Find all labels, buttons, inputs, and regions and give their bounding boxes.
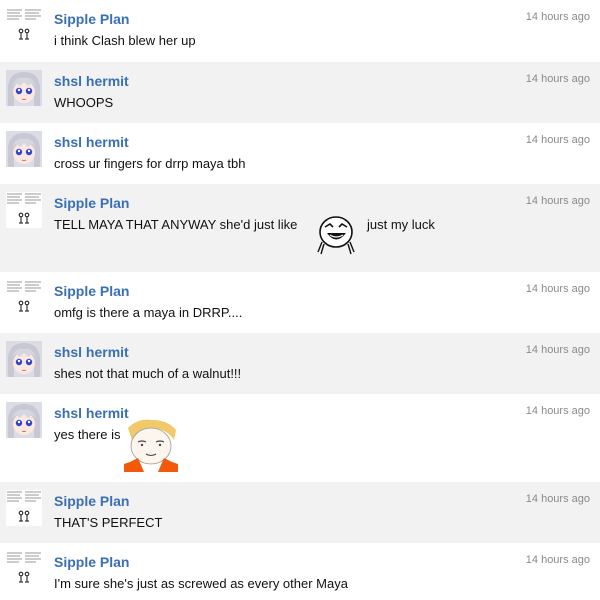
username[interactable]: shsl hermit xyxy=(54,344,129,360)
username[interactable]: Sipple Plan xyxy=(54,195,129,211)
message-text-after: just my luck xyxy=(367,217,435,232)
message-text: THAT'S PERFECT xyxy=(54,515,163,530)
username[interactable]: shsl hermit xyxy=(54,405,129,421)
message-text: shes not that much of a walnut!!! xyxy=(54,366,242,381)
message-text: yes there is xyxy=(54,427,121,442)
message-text: TELL MAYA THAT ANYWAY she'd just like xyxy=(54,217,298,232)
chat-message: Sipple Plan 14 hours ago omfg is there a… xyxy=(0,272,600,333)
chat-message: shsl hermit 14 hours ago cross ur finger… xyxy=(0,123,600,184)
username[interactable]: Sipple Plan xyxy=(54,554,129,570)
chat-message: shsl hermit 14 hours ago shes not that m… xyxy=(0,333,600,394)
timestamp: 14 hours ago xyxy=(525,195,590,207)
hermit-avatar[interactable] xyxy=(6,341,42,377)
username[interactable]: shsl hermit xyxy=(54,134,129,150)
chat-message: Sipple Plan 14 hours ago I'm sure she's … xyxy=(0,543,600,600)
timestamp: 14 hours ago xyxy=(525,73,590,85)
message-text: cross ur fingers for drrp maya tbh xyxy=(54,156,246,171)
message-text: i think Clash blew her up xyxy=(54,33,196,48)
laughing-face-emote xyxy=(314,212,360,263)
chat-message: Sipple Plan 14 hours ago TELL MAYA THAT … xyxy=(0,184,600,272)
hermit-avatar[interactable] xyxy=(6,402,42,438)
timestamp: 14 hours ago xyxy=(525,11,590,23)
hermit-avatar[interactable] xyxy=(6,131,42,167)
timestamp: 14 hours ago xyxy=(525,344,590,356)
username[interactable]: shsl hermit xyxy=(54,73,129,89)
timestamp: 14 hours ago xyxy=(525,134,590,146)
sipple-avatar[interactable] xyxy=(6,192,42,228)
username[interactable]: Sipple Plan xyxy=(54,283,129,299)
username[interactable]: Sipple Plan xyxy=(54,493,129,509)
sipple-avatar[interactable] xyxy=(6,8,42,44)
message-text: I'm sure she's just as screwed as every … xyxy=(54,576,348,591)
timestamp: 14 hours ago xyxy=(525,554,590,566)
sipple-avatar[interactable] xyxy=(6,280,42,316)
hermit-avatar[interactable] xyxy=(6,70,42,106)
timestamp: 14 hours ago xyxy=(525,493,590,505)
chat-message: Sipple Plan 14 hours ago THAT'S PERFECT xyxy=(0,482,600,543)
chat-message: shsl hermit 14 hours ago yes there is xyxy=(0,394,600,482)
sipple-avatar[interactable] xyxy=(6,551,42,587)
username[interactable]: Sipple Plan xyxy=(54,11,129,27)
maya-face-emote xyxy=(124,418,178,477)
chat-message: shsl hermit 14 hours ago WHOOPS xyxy=(0,62,600,123)
message-text: omfg is there a maya in DRRP.... xyxy=(54,305,243,320)
timestamp: 14 hours ago xyxy=(525,283,590,295)
chat-message: Sipple Plan 14 hours ago i think Clash b… xyxy=(0,0,600,62)
message-text: WHOOPS xyxy=(54,95,114,110)
timestamp: 14 hours ago xyxy=(525,405,590,417)
chat-feed: Sipple Plan 14 hours ago i think Clash b… xyxy=(0,0,600,600)
sipple-avatar[interactable] xyxy=(6,490,42,526)
